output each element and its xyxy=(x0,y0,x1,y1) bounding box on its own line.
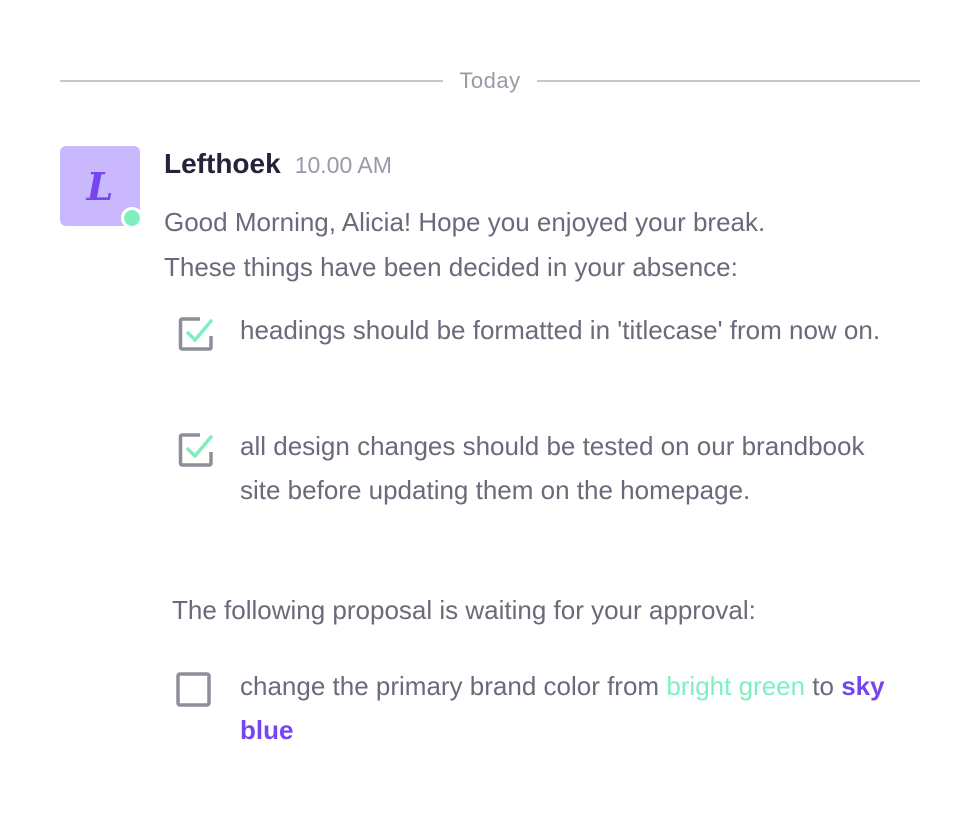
message: Lefthoek 10.00 AM Good Morning, Alicia! … xyxy=(164,148,944,290)
proposal-middle: to xyxy=(805,671,842,701)
proposal-item: change the primary brand color from brig… xyxy=(240,664,900,752)
date-divider: Today xyxy=(60,66,920,96)
checkbox-checked-icon[interactable] xyxy=(178,316,213,351)
decided-item-1: headings should be formatted in 'titleca… xyxy=(240,315,881,345)
approval-heading: The following proposal is waiting for yo… xyxy=(172,595,756,625)
divider-line-left xyxy=(60,80,444,82)
divider-line-right xyxy=(536,80,920,82)
online-status-icon xyxy=(121,207,143,229)
author-name[interactable]: Lefthoek xyxy=(164,148,281,180)
divider-label: Today xyxy=(459,68,521,93)
checkbox-unchecked-icon[interactable] xyxy=(176,672,211,707)
avatar-letter: L xyxy=(86,163,114,209)
checkbox-checked-icon[interactable] xyxy=(178,432,213,467)
message-header: Lefthoek 10.00 AM xyxy=(164,148,944,188)
message-timestamp: 10.00 AM xyxy=(294,152,392,178)
proposal-from-color: bright green xyxy=(666,671,806,701)
decided-item-2: all design changes should be tested on o… xyxy=(240,431,865,505)
proposal-prefix: change the primary brand color from xyxy=(240,671,667,701)
message-intro: Good Morning, Alicia! Hope you enjoyed y… xyxy=(164,200,944,290)
intro-line-2: These things have been decided in your a… xyxy=(164,252,738,282)
intro-line-1: Good Morning, Alicia! Hope you enjoyed y… xyxy=(164,207,766,237)
